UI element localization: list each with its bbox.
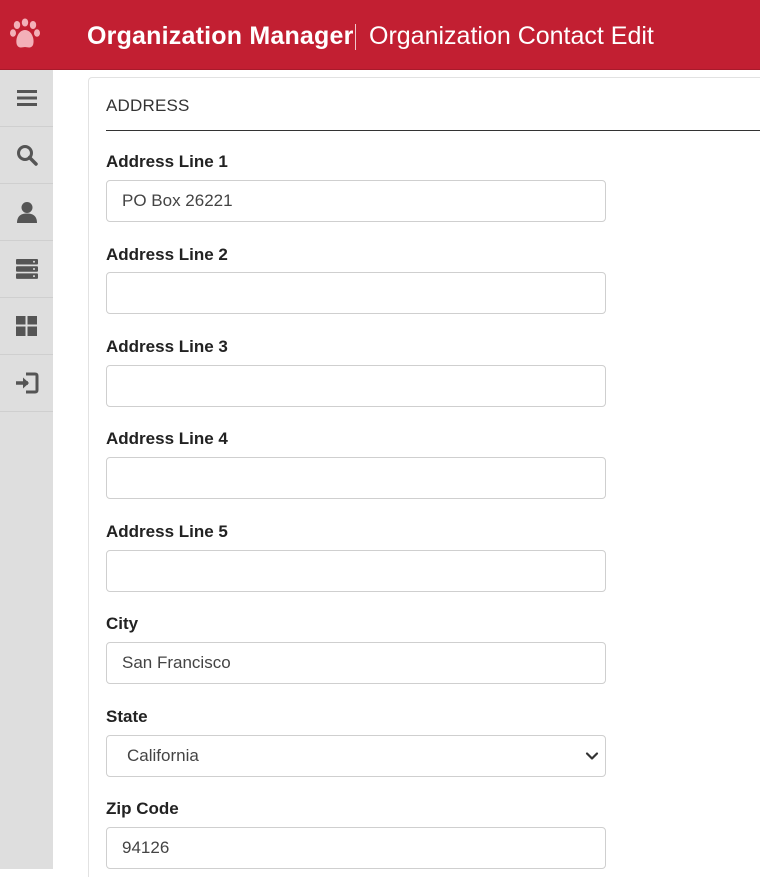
address-line-4-input[interactable] (106, 457, 606, 499)
paw-icon[interactable] (8, 18, 46, 54)
state-label: State (106, 707, 148, 726)
sidebar-item-sign-in[interactable] (0, 355, 53, 412)
address-line-1-input[interactable] (106, 180, 606, 222)
search-icon (16, 145, 38, 166)
menu-icon (16, 90, 37, 106)
chevron-down-icon (585, 752, 599, 760)
sidebar-item-server[interactable] (0, 241, 53, 298)
address-line-1-label: Address Line 1 (106, 152, 228, 171)
sign-in-icon (15, 372, 38, 394)
user-icon (16, 202, 37, 223)
top-bar: Organization Manager Organization Contac… (0, 0, 760, 70)
section-divider (106, 130, 760, 131)
sidebar (0, 70, 53, 869)
sidebar-item-user[interactable] (0, 184, 53, 241)
state-selected-value: California (127, 746, 199, 765)
title-divider (355, 24, 356, 50)
address-line-2-label: Address Line 2 (106, 245, 228, 264)
address-line-5-input[interactable] (106, 550, 606, 592)
zip-code-label: Zip Code (106, 799, 179, 818)
city-label: City (106, 614, 139, 633)
zip-code-input[interactable] (106, 827, 606, 869)
server-icon (15, 259, 38, 279)
page-title: Organization Contact Edit (369, 22, 654, 50)
address-line-3-input[interactable] (106, 365, 606, 407)
section-title: ADDRESS (106, 96, 190, 115)
dashboard-icon (16, 316, 37, 336)
state-select[interactable]: California (106, 735, 606, 777)
address-line-5-label: Address Line 5 (106, 522, 228, 541)
sidebar-item-menu[interactable] (0, 70, 53, 127)
city-input[interactable] (106, 642, 606, 684)
sidebar-item-dashboard[interactable] (0, 298, 53, 355)
address-line-2-input[interactable] (106, 272, 606, 314)
sidebar-item-search[interactable] (0, 127, 53, 184)
address-line-3-label: Address Line 3 (106, 337, 228, 356)
app-title[interactable]: Organization Manager (87, 22, 354, 51)
address-line-4-label: Address Line 4 (106, 429, 228, 448)
